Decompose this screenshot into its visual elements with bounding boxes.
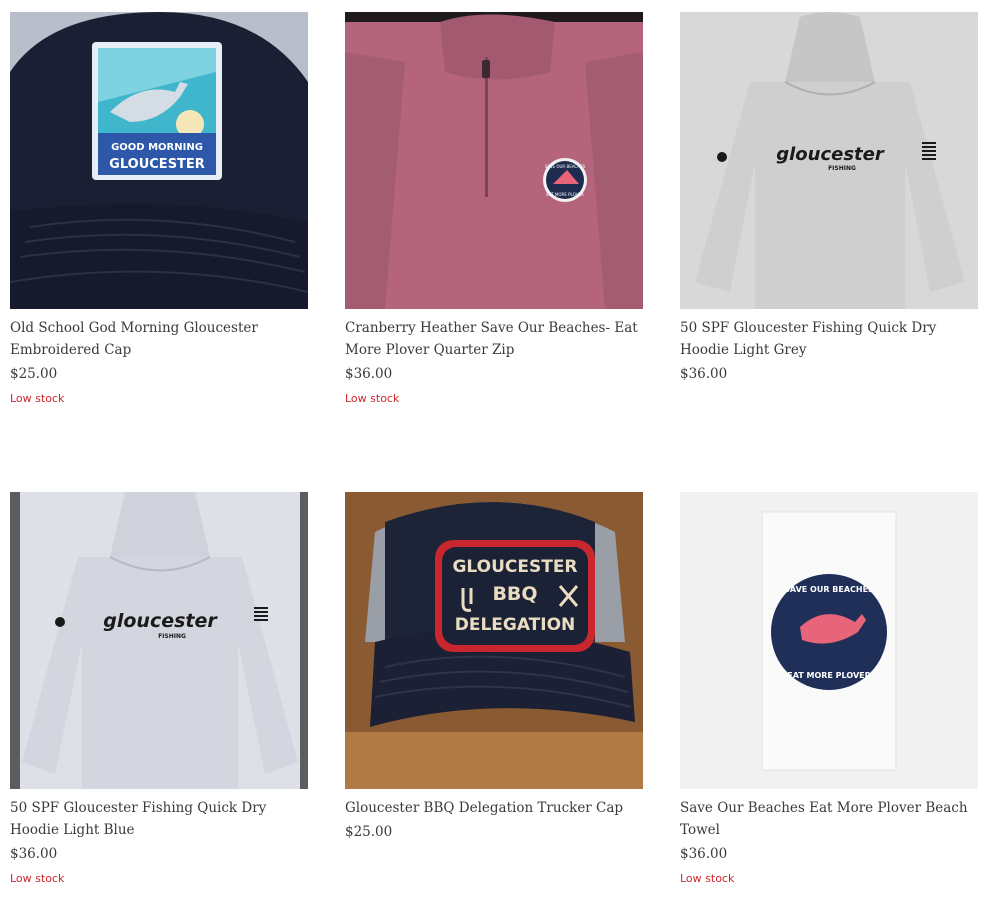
product-title[interactable]: 50 SPF Gloucester Fishing Quick Dry Hood… (10, 797, 308, 841)
product-price: $36.00 (680, 366, 728, 382)
patch-line-2: EAT MORE PLOVER (787, 671, 871, 680)
stock-status: Low stock (10, 392, 65, 405)
product-card[interactable]: GLOUCESTER BBQ DELEGATION Gloucester BBQ… (345, 492, 643, 850)
product-price: $25.00 (10, 366, 58, 382)
patch-line-1: SAVE OUR BEACHES (784, 585, 874, 594)
product-grid: GOOD MORNING GLOUCESTER Old School God M… (0, 0, 988, 901)
logo-line-2: FISHING (828, 165, 856, 172)
patch-line-1: GOOD MORNING (111, 142, 203, 153)
patch-line-2: EAT MORE PLOVER (546, 192, 584, 197)
product-image[interactable]: gloucester FISHING (680, 12, 978, 309)
logo-line-2: FISHING (158, 633, 186, 640)
product-title[interactable]: Save Our Beaches Eat More Plover Beach T… (680, 797, 978, 841)
product-title[interactable]: Gloucester BBQ Delegation Trucker Cap (345, 797, 643, 819)
product-title[interactable]: Cranberry Heather Save Our Beaches- Eat … (345, 317, 643, 361)
patch-line-2: GLOUCESTER (109, 157, 205, 172)
product-title[interactable]: Old School God Morning Gloucester Embroi… (10, 317, 308, 361)
patch-line-1: SAVE OUR BEACHES (545, 164, 586, 169)
product-image[interactable]: GOOD MORNING GLOUCESTER (10, 12, 308, 309)
product-image[interactable]: SAVE OUR BEACHES EAT MORE PLOVER (345, 12, 643, 309)
logo-line-1: gloucester (776, 144, 885, 165)
product-card[interactable]: gloucester FISHING 50 SPF Gloucester Fis… (10, 492, 308, 886)
product-price: $25.00 (345, 824, 393, 840)
product-image[interactable]: gloucester FISHING (10, 492, 308, 789)
patch-line-1: GLOUCESTER (452, 557, 577, 577)
product-price: $36.00 (680, 846, 728, 862)
stock-status: Low stock (680, 872, 735, 885)
product-price: $36.00 (10, 846, 58, 862)
product-card[interactable]: SAVE OUR BEACHES EAT MORE PLOVER Save Ou… (680, 492, 978, 886)
stock-status: Low stock (345, 392, 400, 405)
patch-line-3: DELEGATION (455, 615, 576, 635)
product-image[interactable]: SAVE OUR BEACHES EAT MORE PLOVER (680, 492, 978, 789)
patch-line-2: BBQ (492, 583, 537, 605)
product-card[interactable]: SAVE OUR BEACHES EAT MORE PLOVER Cranber… (345, 12, 643, 406)
product-card[interactable]: GOOD MORNING GLOUCESTER Old School God M… (10, 12, 308, 406)
stock-status: Low stock (10, 872, 65, 885)
logo-line-1: gloucester (103, 610, 218, 632)
product-image[interactable]: GLOUCESTER BBQ DELEGATION (345, 492, 643, 789)
product-price: $36.00 (345, 366, 393, 382)
product-title[interactable]: 50 SPF Gloucester Fishing Quick Dry Hood… (680, 317, 978, 361)
product-card[interactable]: gloucester FISHING 50 SPF Gloucester Fis… (680, 12, 978, 392)
